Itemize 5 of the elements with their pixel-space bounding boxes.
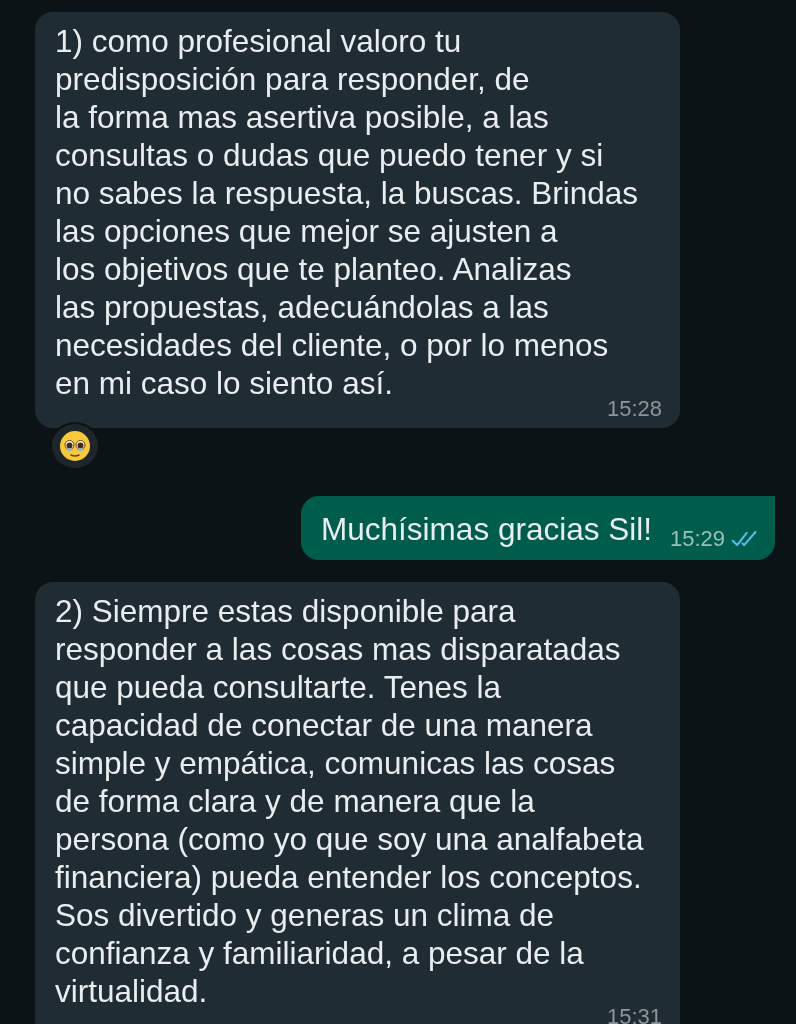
- message-time: 15:29: [669, 526, 725, 552]
- message-text: Muchísimas gracias Sil!: [321, 510, 652, 548]
- pleading-face-icon: [59, 430, 91, 462]
- message-bubble[interactable]: Muchísimas gracias Sil! 15:29: [301, 496, 775, 560]
- message-bubble[interactable]: [35, 12, 680, 428]
